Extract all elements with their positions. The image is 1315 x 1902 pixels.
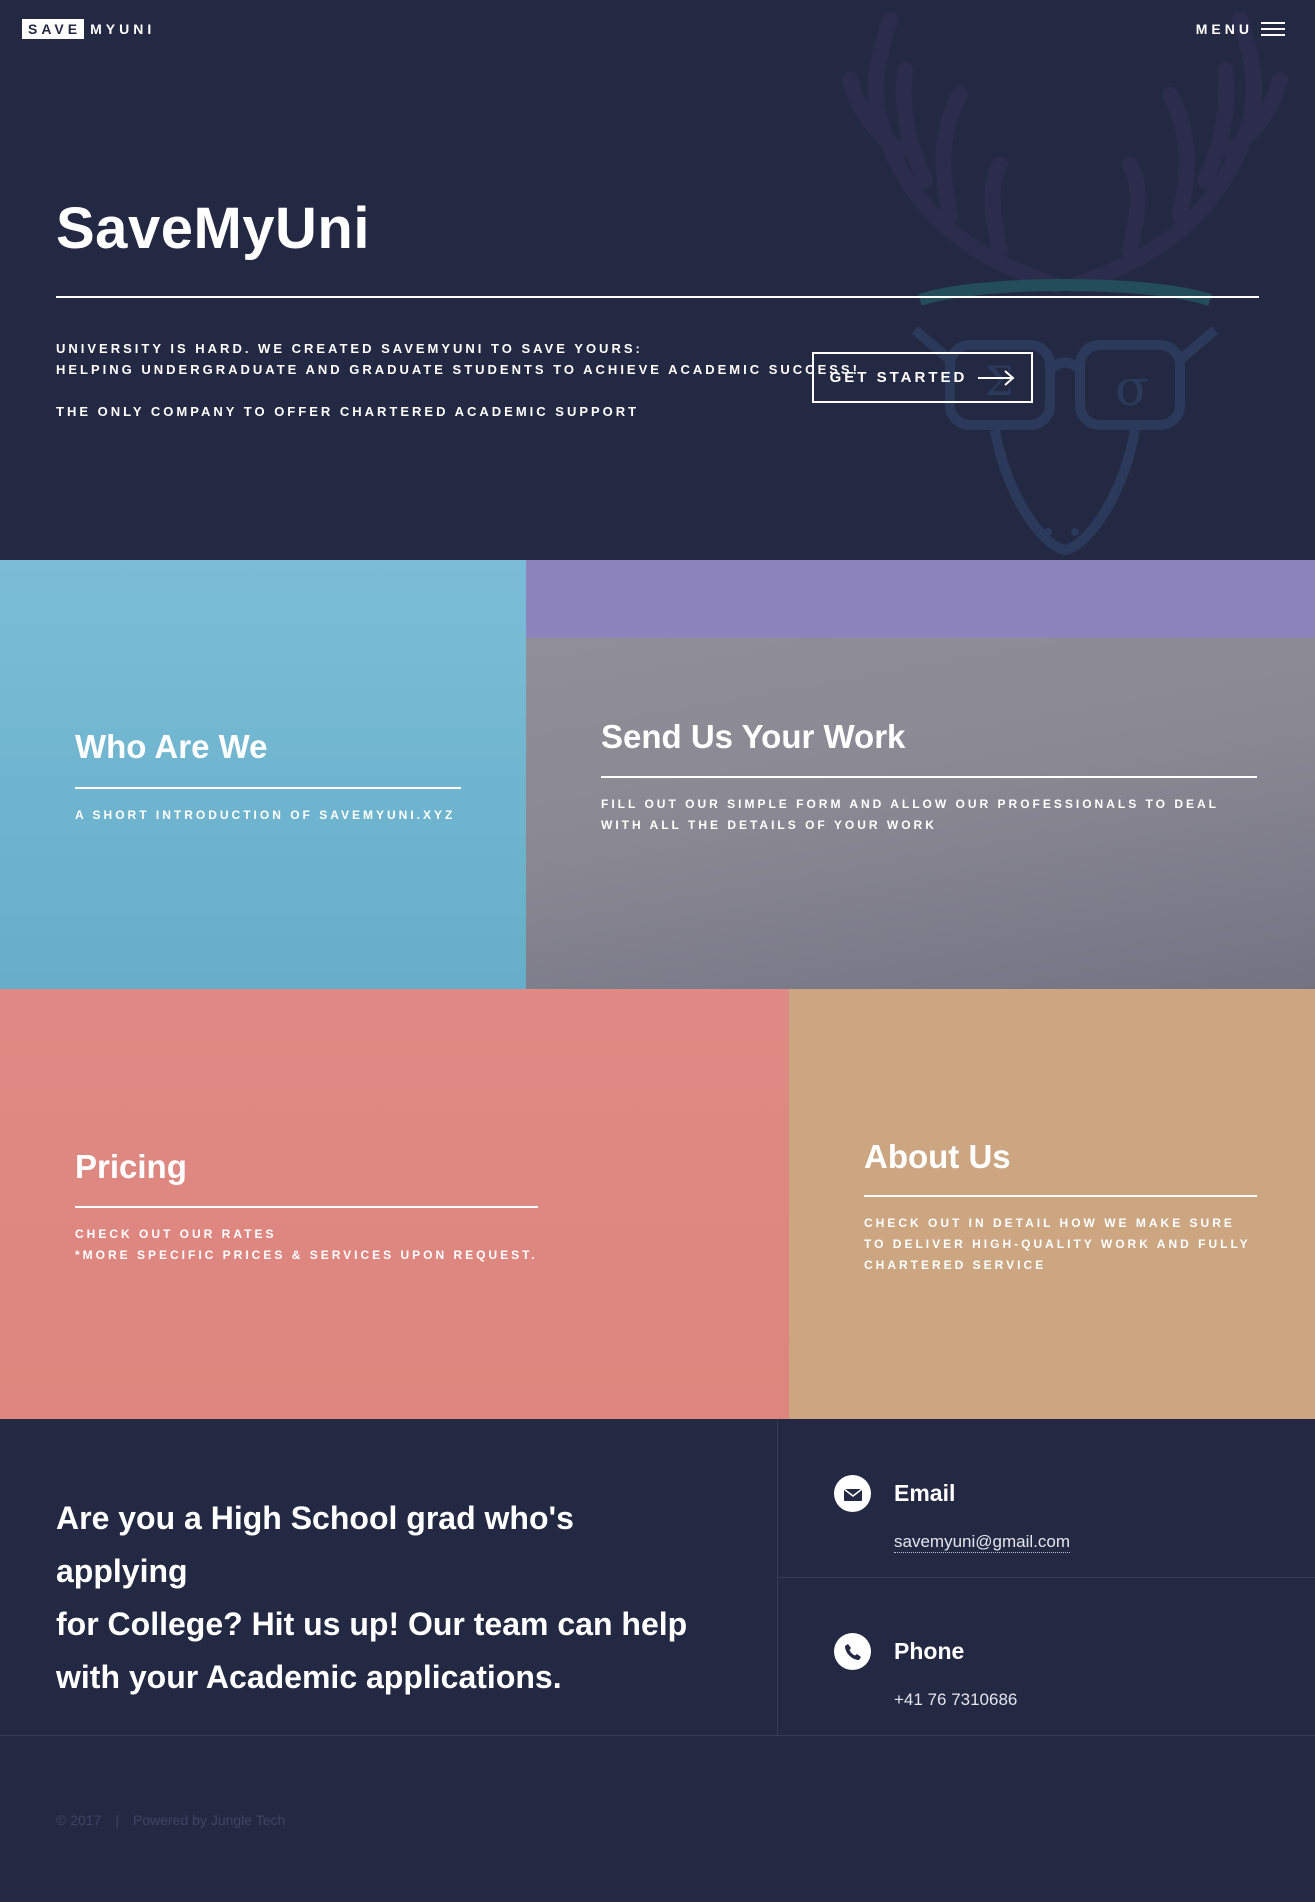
tile-pricing[interactable]: Pricing CHECK OUT OUR RATES *MORE SPECIF… — [0, 989, 789, 1419]
email-link[interactable]: savemyuni@gmail.com — [894, 1532, 1070, 1553]
contact-pitch-line1: Are you a High School grad who's applyin… — [56, 1500, 574, 1589]
hero-tagline-line2: HELPING UNDERGRADUATE AND GRADUATE STUDE… — [56, 362, 860, 377]
hero-subtagline: THE ONLY COMPANY TO OFFER CHARTERED ACAD… — [56, 404, 640, 419]
deer-with-glasses-icon: Σ σ — [842, 12, 1288, 556]
hero-tagline: UNIVERSITY IS HARD. WE CREATED SAVEMYUNI… — [56, 338, 860, 380]
tile-who-divider — [75, 787, 461, 789]
menu-button[interactable]: MENU — [1196, 21, 1285, 37]
top-bar: SAVE MYUNI MENU — [0, 0, 1315, 60]
copyright-text: © 2017 — [56, 1812, 102, 1828]
get-started-button[interactable]: GET STARTED — [812, 352, 1033, 403]
tile-who-are-we[interactable]: Who Are We A SHORT INTRODUCTION OF SAVEM… — [0, 560, 526, 989]
footer: © 2017 | Powered by Jungle Tech — [56, 1812, 285, 1828]
hero-section: Σ σ SaveMyUni UNIVERSITY IS HARD. WE CRE… — [0, 0, 1315, 560]
contact-pitch: Are you a High School grad who's applyin… — [56, 1492, 696, 1704]
menu-label: MENU — [1195, 21, 1253, 37]
contact-pitch-line3: with your Academic applications. — [56, 1659, 562, 1695]
tile-send-text: FILL OUT OUR SIMPLE FORM AND ALLOW OUR P… — [601, 794, 1219, 836]
logo-myuni-text: MYUNI — [90, 21, 156, 37]
tile-pricing-text-line2: *MORE SPECIFIC PRICES & SERVICES UPON RE… — [75, 1248, 538, 1262]
phone-number[interactable]: +41 76 7310686 — [894, 1690, 1017, 1710]
tile-about-text-line2: TO DELIVER HIGH-QUALITY WORK AND FULLY — [864, 1237, 1251, 1251]
tile-about-text-line1: CHECK OUT IN DETAIL HOW WE MAKE SURE — [864, 1216, 1235, 1230]
tile-send-title: Send Us Your Work — [601, 718, 906, 755]
tile-send-divider — [601, 776, 1257, 778]
contact-section: Are you a High School grad who's applyin… — [0, 1419, 1315, 1736]
get-started-label: GET STARTED — [829, 369, 968, 386]
tile-who-title: Who Are We — [75, 728, 268, 765]
hamburger-icon — [1261, 22, 1285, 36]
tile-send-text-line1: FILL OUT OUR SIMPLE FORM AND ALLOW OUR P… — [601, 797, 1219, 811]
arrow-right-icon — [978, 369, 1015, 386]
tile-who-text: A SHORT INTRODUCTION OF SAVEMYUNI.XYZ — [75, 808, 456, 822]
tile-pricing-divider — [75, 1206, 538, 1208]
hero-divider — [56, 296, 1259, 298]
tile-pricing-text: CHECK OUT OUR RATES *MORE SPECIFIC PRICE… — [75, 1224, 538, 1266]
tile-send-us-your-work[interactable]: Send Us Your Work FILL OUT OUR SIMPLE FO… — [526, 638, 1315, 989]
svg-text:σ: σ — [1115, 359, 1149, 417]
tile-about-text: CHECK OUT IN DETAIL HOW WE MAKE SURE TO … — [864, 1213, 1251, 1276]
powered-by-link[interactable]: Powered by Jungle Tech — [133, 1812, 285, 1828]
contact-divider-horizontal — [778, 1577, 1315, 1578]
phone-icon — [834, 1633, 871, 1670]
email-heading: Email — [894, 1480, 956, 1506]
tile-about-text-line3: CHARTERED SERVICE — [864, 1258, 1047, 1272]
envelope-icon — [834, 1475, 871, 1512]
tile-pricing-text-line1: CHECK OUT OUR RATES — [75, 1227, 277, 1241]
tile-pricing-title: Pricing — [75, 1148, 187, 1185]
phone-heading: Phone — [894, 1638, 965, 1664]
hero-tagline-line1: UNIVERSITY IS HARD. WE CREATED SAVEMYUNI… — [56, 341, 643, 356]
tile-about-divider — [864, 1195, 1257, 1197]
logo-save-text: SAVE — [22, 19, 85, 39]
footer-separator: | — [115, 1812, 119, 1828]
site-logo[interactable]: SAVE MYUNI — [22, 19, 155, 39]
tile-about-us[interactable]: About Us CHECK OUT IN DETAIL HOW WE MAKE… — [789, 989, 1315, 1419]
purple-band — [526, 560, 1315, 638]
tile-send-text-line2: WITH ALL THE DETAILS OF YOUR WORK — [601, 818, 937, 832]
page-title: SaveMyUni — [56, 196, 370, 261]
contact-pitch-line2: for College? Hit us up! Our team can hel… — [56, 1606, 688, 1642]
tile-about-title: About Us — [864, 1138, 1011, 1175]
